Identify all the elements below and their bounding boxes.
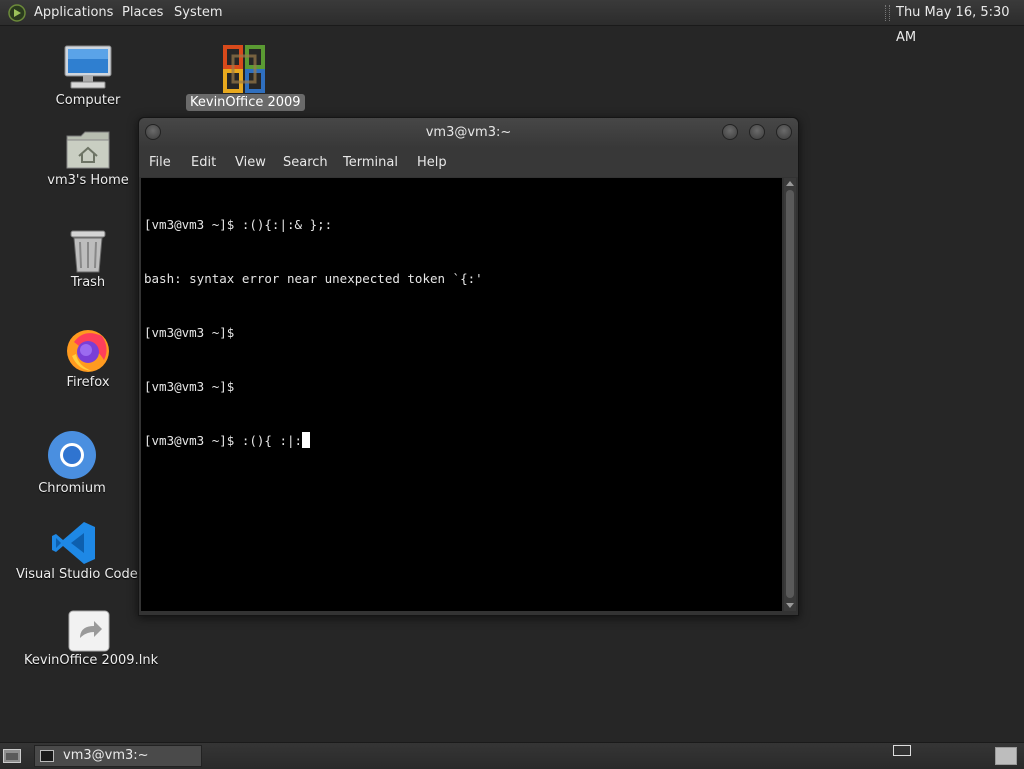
minimize-button[interactable] (722, 124, 738, 140)
terminal-line: bash: syntax error near unexpected token… (144, 271, 483, 286)
window-titlebar[interactable]: vm3@vm3:~ (139, 118, 798, 148)
terminal-menubar: File Edit View Search Terminal Help (139, 148, 798, 177)
terminal-line: [vm3@vm3 ~]$ (144, 325, 235, 340)
taskbar-item-label: vm3@vm3:~ (63, 748, 149, 763)
terminal-icon (40, 750, 54, 762)
top-panel: Applications Places System Thu May 16, 5… (0, 0, 1024, 45)
desktop-icon-label: Trash (70, 275, 106, 290)
bottom-panel: vm3@vm3:~ (0, 742, 1024, 769)
firefox-icon (67, 330, 109, 372)
terminal-line: [vm3@vm3 ~]$ (144, 379, 235, 394)
maximize-button[interactable] (749, 124, 765, 140)
scroll-up-arrow-icon[interactable] (786, 181, 794, 186)
taskbar-item-terminal[interactable]: vm3@vm3:~ (34, 745, 202, 767)
terminal-line: [vm3@vm3 ~]$ :(){:|:& };: (144, 217, 333, 232)
desktop-icon-label: Firefox (66, 375, 110, 390)
scroll-thumb[interactable] (786, 190, 794, 598)
desktop-icon-label: vm3's Home (47, 173, 129, 188)
menu-view[interactable]: View (235, 148, 266, 177)
menu-file[interactable]: File (149, 148, 171, 177)
terminal-output[interactable]: [vm3@vm3 ~]$ :(){:|:& };: bash: syntax e… (141, 178, 782, 611)
desktop-icon-label: KevinOffice 2009.lnk (24, 653, 159, 668)
desktop-icon-firefox[interactable]: Firefox (40, 326, 136, 391)
scroll-down-arrow-icon[interactable] (786, 603, 794, 608)
terminal-prompt-line: [vm3@vm3 ~]$ :(){ :|: (144, 432, 483, 450)
desktop-icon-kevinoffice-lnk[interactable]: KevinOffice 2009.lnk (20, 610, 158, 669)
office-logo-icon (223, 45, 265, 93)
menu-search[interactable]: Search (283, 148, 328, 177)
home-folder-icon (66, 131, 110, 169)
clock[interactable]: Thu May 16, 5:30 AM (896, 0, 1024, 50)
trash-icon (70, 230, 106, 273)
shortcut-icon (68, 610, 110, 652)
desktop-icon-label: Computer (55, 93, 121, 108)
vscode-icon (52, 522, 95, 564)
terminal-input[interactable]: [vm3@vm3 ~]$ :(){ :|: (144, 433, 302, 448)
menu-edit[interactable]: Edit (191, 148, 216, 177)
computer-icon (64, 45, 112, 89)
desktop-icon-vscode[interactable]: Visual Studio Code (12, 520, 138, 583)
workspace-1[interactable] (893, 745, 911, 756)
desktop-icon-computer[interactable]: Computer (40, 44, 136, 109)
applications-menu[interactable]: Applications (34, 0, 113, 25)
desktop-icon-label: KevinOffice 2009 (186, 94, 305, 111)
workspace-2[interactable] (995, 747, 1017, 765)
applications-logo-icon[interactable] (8, 4, 26, 22)
panel-separator (885, 5, 890, 21)
window-title: vm3@vm3:~ (425, 125, 512, 140)
close-button[interactable] (776, 124, 792, 140)
desktop-icon-trash[interactable]: Trash (40, 228, 136, 291)
desktop-icon-home[interactable]: vm3's Home (40, 128, 136, 189)
chromium-icon (48, 431, 96, 479)
desktop-icon-label: Visual Studio Code (16, 567, 138, 582)
terminal-scrollbar[interactable] (784, 178, 796, 611)
places-menu[interactable]: Places (122, 0, 163, 25)
text-cursor (302, 432, 311, 448)
desktop-icon-kevinoffice[interactable]: KevinOffice 2009 (186, 44, 305, 111)
desktop-icon-label: Chromium (38, 481, 106, 496)
desktop-icon-chromium[interactable]: Chromium (24, 430, 120, 497)
menu-terminal[interactable]: Terminal (343, 148, 398, 177)
system-menu[interactable]: System (174, 0, 222, 25)
terminal-window[interactable]: vm3@vm3:~ File Edit View Search Terminal… (138, 117, 799, 616)
menu-help[interactable]: Help (417, 148, 447, 177)
show-desktop-icon[interactable] (3, 749, 21, 763)
